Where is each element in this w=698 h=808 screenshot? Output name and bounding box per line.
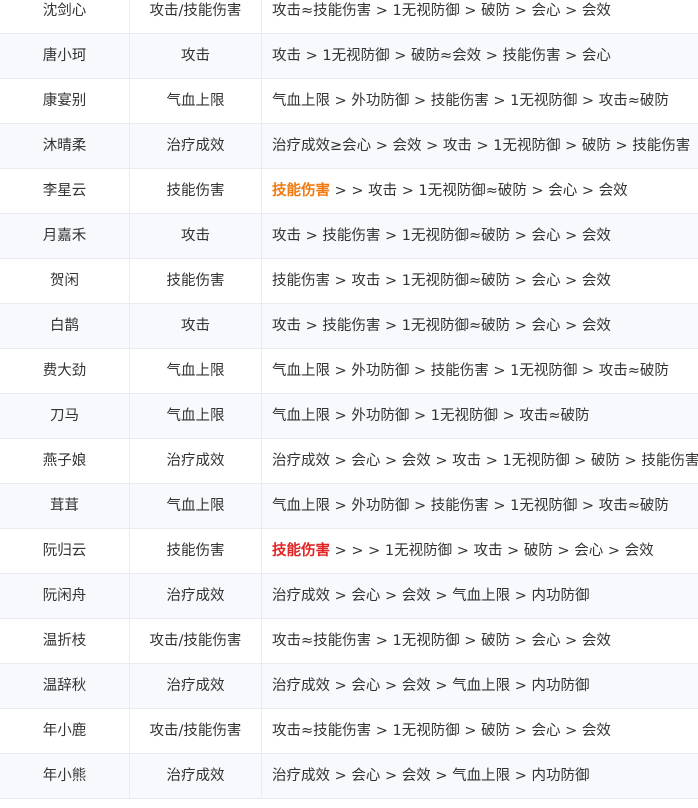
priority-text: 攻击≈技能伤害 > 1无视防御 > 破防 > 会心 > 会效 [272,723,611,739]
priority-highlight: 技能伤害 [272,543,330,559]
character-name: 阮归云 [0,529,130,573]
table-row: 唐小珂 攻击 攻击 > 1无视防御 > 破防≈会效 > 技能伤害 > 会心 [0,34,698,79]
table-row: 年小鹿 攻击/技能伤害 攻击≈技能伤害 > 1无视防御 > 破防 > 会心 > … [0,709,698,754]
priority-text: 气血上限 > 外功防御 > 技能伤害 > 1无视防御 > 攻击≈破防 [272,363,669,379]
priority-text: 治疗成效 > 会心 > 会效 > 气血上限 > 内功防御 [272,588,590,604]
priority-text: 攻击≈技能伤害 > 1无视防御 > 破防 > 会心 > 会效 [272,633,611,649]
stat-priority: 治疗成效 > 会心 > 会效 > 气血上限 > 内功防御 [262,754,698,798]
stat-priority: 攻击≈技能伤害 > 1无视防御 > 破防 > 会心 > 会效 [262,709,698,753]
stat-priority: 气血上限 > 外功防御 > 技能伤害 > 1无视防御 > 攻击≈破防 [262,349,698,393]
table-row: 李星云 技能伤害 技能伤害 > > 攻击 > 1无视防御≈破防 > 会心 > 会… [0,169,698,214]
priority-text: > > 攻击 > 1无视防御≈破防 > 会心 > 会效 [330,183,628,199]
table-row: 费大劲 气血上限 气血上限 > 外功防御 > 技能伤害 > 1无视防御 > 攻击… [0,349,698,394]
character-name: 年小鹿 [0,709,130,753]
table-row: 茸茸 气血上限 气血上限 > 外功防御 > 技能伤害 > 1无视防御 > 攻击≈… [0,484,698,529]
priority-text: 治疗成效≥会心 > 会效 > 攻击 > 1无视防御 > 破防 > 技能伤害 [272,138,691,154]
character-type: 治疗成效 [130,574,262,618]
stat-priority: 治疗成效 > 会心 > 会效 > 攻击 > 1无视防御 > 破防 > 技能伤害 [262,439,698,483]
priority-highlight: 技能伤害 [272,183,330,199]
priority-text: 技能伤害 > 攻击 > 1无视防御≈破防 > 会心 > 会效 [272,273,611,289]
table-row: 刀马 气血上限 气血上限 > 外功防御 > 1无视防御 > 攻击≈破防 [0,394,698,439]
table-row: 沈剑心 攻击/技能伤害 攻击≈技能伤害 > 1无视防御 > 破防 > 会心 > … [0,0,698,34]
character-type: 治疗成效 [130,439,262,483]
stat-priority: 气血上限 > 外功防御 > 技能伤害 > 1无视防御 > 攻击≈破防 [262,79,698,123]
character-name: 沈剑心 [0,0,130,33]
priority-text: 气血上限 > 外功防御 > 1无视防御 > 攻击≈破防 [272,408,590,424]
character-name: 温折枝 [0,619,130,663]
table-row: 贺闲 技能伤害 技能伤害 > 攻击 > 1无视防御≈破防 > 会心 > 会效 [0,259,698,304]
stat-priority: 攻击≈技能伤害 > 1无视防御 > 破防 > 会心 > 会效 [262,619,698,663]
character-name: 年小熊 [0,754,130,798]
table-row: 年小熊 治疗成效 治疗成效 > 会心 > 会效 > 气血上限 > 内功防御 [0,754,698,799]
character-type: 气血上限 [130,79,262,123]
table-row: 康宴别 气血上限 气血上限 > 外功防御 > 技能伤害 > 1无视防御 > 攻击… [0,79,698,124]
stat-priority: 技能伤害 > 攻击 > 1无视防御≈破防 > 会心 > 会效 [262,259,698,303]
table-row: 阮归云 技能伤害 技能伤害 > > > 1无视防御 > 攻击 > 破防 > 会心… [0,529,698,574]
stat-priority: 攻击 > 技能伤害 > 1无视防御≈破防 > 会心 > 会效 [262,304,698,348]
priority-text: 治疗成效 > 会心 > 会效 > 攻击 > 1无视防御 > 破防 > 技能伤害 [272,453,698,469]
character-type: 气血上限 [130,349,262,393]
character-type: 技能伤害 [130,169,262,213]
stat-priority: 攻击 > 1无视防御 > 破防≈会效 > 技能伤害 > 会心 [262,34,698,78]
priority-text: > > > 1无视防御 > 攻击 > 破防 > 会心 > 会效 [330,543,654,559]
character-type: 攻击 [130,304,262,348]
table-row: 燕子娘 治疗成效 治疗成效 > 会心 > 会效 > 攻击 > 1无视防御 > 破… [0,439,698,484]
table-row: 白鹊 攻击 攻击 > 技能伤害 > 1无视防御≈破防 > 会心 > 会效 [0,304,698,349]
character-type: 技能伤害 [130,529,262,573]
character-name: 沐晴柔 [0,124,130,168]
character-name: 温辞秋 [0,664,130,708]
character-name: 茸茸 [0,484,130,528]
character-name: 月嘉禾 [0,214,130,258]
priority-text: 攻击≈技能伤害 > 1无视防御 > 破防 > 会心 > 会效 [272,3,611,19]
character-name: 白鹊 [0,304,130,348]
character-type: 气血上限 [130,394,262,438]
stat-priority: 技能伤害 > > 攻击 > 1无视防御≈破防 > 会心 > 会效 [262,169,698,213]
stat-priority: 治疗成效≥会心 > 会效 > 攻击 > 1无视防御 > 破防 > 技能伤害 [262,124,698,168]
priority-text: 气血上限 > 外功防御 > 技能伤害 > 1无视防御 > 攻击≈破防 [272,93,669,109]
priority-text: 攻击 > 技能伤害 > 1无视防御≈破防 > 会心 > 会效 [272,228,611,244]
stat-priority: 治疗成效 > 会心 > 会效 > 气血上限 > 内功防御 [262,574,698,618]
character-name: 阮闲舟 [0,574,130,618]
stat-priority: 攻击 > 技能伤害 > 1无视防御≈破防 > 会心 > 会效 [262,214,698,258]
stat-priority-table: 沈剑心 攻击/技能伤害 攻击≈技能伤害 > 1无视防御 > 破防 > 会心 > … [0,0,698,799]
stat-priority: 治疗成效 > 会心 > 会效 > 气血上限 > 内功防御 [262,664,698,708]
character-type: 气血上限 [130,484,262,528]
table-row: 阮闲舟 治疗成效 治疗成效 > 会心 > 会效 > 气血上限 > 内功防御 [0,574,698,619]
table-row: 月嘉禾 攻击 攻击 > 技能伤害 > 1无视防御≈破防 > 会心 > 会效 [0,214,698,259]
character-type: 攻击 [130,34,262,78]
character-type: 治疗成效 [130,124,262,168]
character-name: 贺闲 [0,259,130,303]
character-type: 治疗成效 [130,664,262,708]
character-name: 唐小珂 [0,34,130,78]
character-type: 攻击/技能伤害 [130,709,262,753]
character-type: 技能伤害 [130,259,262,303]
table-row: 温折枝 攻击/技能伤害 攻击≈技能伤害 > 1无视防御 > 破防 > 会心 > … [0,619,698,664]
stat-priority: 气血上限 > 外功防御 > 技能伤害 > 1无视防御 > 攻击≈破防 [262,484,698,528]
stat-priority: 气血上限 > 外功防御 > 1无视防御 > 攻击≈破防 [262,394,698,438]
table-row: 沐晴柔 治疗成效 治疗成效≥会心 > 会效 > 攻击 > 1无视防御 > 破防 … [0,124,698,169]
priority-text: 气血上限 > 外功防御 > 技能伤害 > 1无视防御 > 攻击≈破防 [272,498,669,514]
character-type: 攻击 [130,214,262,258]
character-name: 费大劲 [0,349,130,393]
character-name: 燕子娘 [0,439,130,483]
character-type: 治疗成效 [130,754,262,798]
stat-priority: 攻击≈技能伤害 > 1无视防御 > 破防 > 会心 > 会效 [262,0,698,33]
character-type: 攻击/技能伤害 [130,0,262,33]
character-name: 康宴别 [0,79,130,123]
stat-priority: 技能伤害 > > > 1无视防御 > 攻击 > 破防 > 会心 > 会效 [262,529,698,573]
character-name: 李星云 [0,169,130,213]
character-type: 攻击/技能伤害 [130,619,262,663]
priority-text: 攻击 > 1无视防御 > 破防≈会效 > 技能伤害 > 会心 [272,48,611,64]
priority-text: 攻击 > 技能伤害 > 1无视防御≈破防 > 会心 > 会效 [272,318,611,334]
table-row: 温辞秋 治疗成效 治疗成效 > 会心 > 会效 > 气血上限 > 内功防御 [0,664,698,709]
priority-text: 治疗成效 > 会心 > 会效 > 气血上限 > 内功防御 [272,768,590,784]
priority-text: 治疗成效 > 会心 > 会效 > 气血上限 > 内功防御 [272,678,590,694]
character-name: 刀马 [0,394,130,438]
